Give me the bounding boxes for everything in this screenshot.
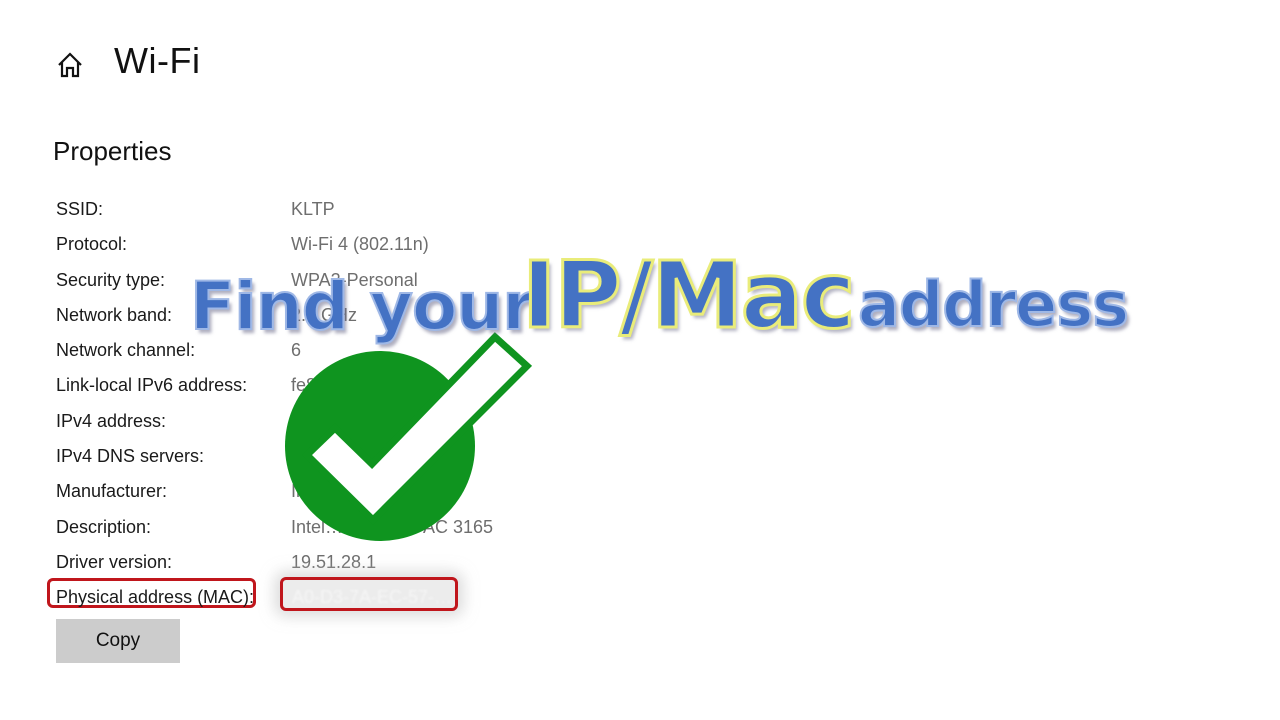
property-value: 192.168.10.1 (291, 446, 397, 467)
property-row-protocol: Protocol: Wi-Fi 4 (802.11n) (56, 231, 756, 266)
property-label: Driver version: (56, 551, 173, 572)
property-label: SSID: (56, 199, 104, 219)
banner-text-address: address (857, 267, 1130, 342)
property-value: 6 (291, 340, 302, 361)
property-label: Network channel: (56, 340, 196, 361)
property-value: fe8………8c:de58:12 (291, 375, 460, 396)
property-row-network-channel: Network channel: 6 (56, 337, 756, 372)
property-row-network-band: Network band: 2.4 GHz (56, 302, 756, 337)
property-label: Protocol: (56, 234, 128, 255)
property-row-ipv6: Link-local IPv6 address: fe8………8c:de58:1… (56, 372, 756, 407)
property-value: KLTP (291, 199, 335, 219)
property-label: Security type: (56, 269, 166, 290)
property-label: Link-local IPv6 address: (56, 375, 248, 396)
property-label: Network band: (56, 304, 173, 325)
property-label: IPv4 DNS servers: (56, 446, 205, 467)
property-row-ipv4: IPv4 address: (56, 408, 756, 443)
property-row-ssid: SSID: KLTP (56, 196, 756, 231)
property-row-ipv4-dns: IPv4 DNS servers: 192.168.10.1 (56, 443, 756, 478)
property-label: Manufacturer: (56, 481, 168, 502)
property-value: Intel Corporation (291, 481, 425, 502)
property-label: IPv4 address: (56, 410, 167, 431)
property-value: Intel… Wireless-AC 3165 (291, 516, 494, 537)
wifi-properties-page: Wi-Fi Properties SSID: KLTP Protocol: Wi… (0, 0, 1280, 720)
page-title: Wi-Fi (114, 40, 201, 81)
property-value: 2.4 GHz (291, 304, 358, 325)
property-row-mac: Physical address (MAC): A0-D3-7A-EC-57-… (47, 577, 756, 619)
property-value: WPA2-Personal (291, 269, 418, 290)
section-title: Properties (53, 136, 172, 166)
property-value: Wi-Fi 4 (802.11n) (291, 234, 429, 255)
properties-list: SSID: KLTP Protocol: Wi-Fi 4 (802.11n) S… (47, 196, 756, 620)
property-row-description: Description: Intel… Wireless-AC 3165 (56, 514, 756, 549)
home-icon (58, 52, 82, 78)
property-label: Description: (56, 516, 152, 537)
property-row-security-type: Security type: WPA2-Personal (56, 267, 756, 302)
property-row-manufacturer: Manufacturer: Intel Corporation (56, 478, 756, 513)
property-label: Physical address (MAC): (56, 587, 255, 608)
property-value: 19.51.28.1 (291, 551, 377, 572)
home-button[interactable] (56, 40, 84, 90)
mac-address-value: A0-D3-7A-EC-57-… (292, 587, 453, 608)
copy-button[interactable]: Copy (56, 619, 180, 663)
